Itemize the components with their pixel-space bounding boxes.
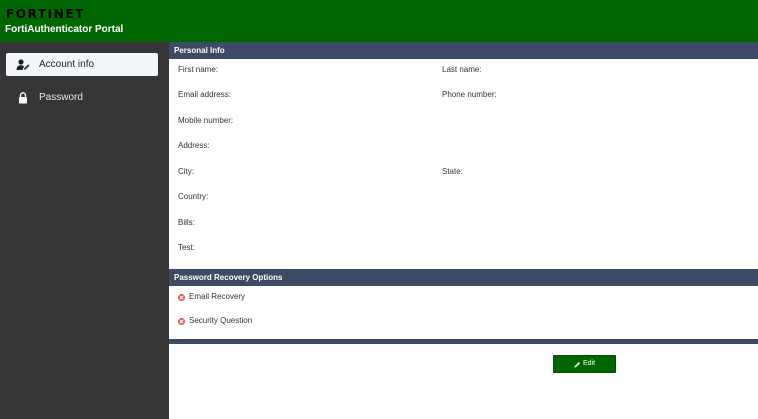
country-label: Country: [178,192,209,201]
email-label: Email address: [178,90,231,99]
section-title: Password Recovery Options [174,273,283,282]
logo-text: FORTINET [6,7,85,21]
address-label: Address: [178,141,210,150]
section-divider [169,339,758,344]
password-recovery-header: Password Recovery Options [169,269,758,286]
first-name-label: First name: [178,65,219,74]
pencil-icon [574,355,581,373]
mobile-label: Mobile number: [178,116,234,125]
x-circle-icon [178,293,185,301]
edit-button[interactable]: Edit [553,355,616,373]
x-circle-icon [178,317,185,325]
sidebar-item-label: Account info [39,58,95,70]
bills-label: Bills: [178,218,195,227]
personal-info-header: Personal Info [169,42,758,59]
sidebar-item-label: Password [39,91,83,103]
recovery-label: Email Recovery [189,292,246,301]
test-label: Test: [178,243,195,252]
security-question-item: Security Question [178,315,252,327]
sidebar-item-account-info[interactable]: Account info [6,53,158,76]
last-name-label: Last name: [442,65,482,74]
state-label: State: [442,167,463,176]
user-edit-icon [16,58,30,72]
top-header: FORTINET FortiAuthenticator Portal [0,0,758,42]
fortinet-logo: FORTINET [6,5,85,20]
section-title: Personal Info [174,46,225,55]
portal-title: FortiAuthenticator Portal [5,24,124,35]
sidebar-item-password[interactable]: Password [6,86,158,109]
phone-label: Phone number: [442,90,497,99]
city-label: City: [178,167,194,176]
sidebar: Account info Password [0,42,169,419]
edit-label: Edit [582,360,596,367]
lock-icon [16,91,30,105]
main-content: Personal Info First name: Last name: Ema… [169,42,758,419]
recovery-label: Security Question [189,316,253,325]
email-recovery-item: Email Recovery [178,291,245,303]
